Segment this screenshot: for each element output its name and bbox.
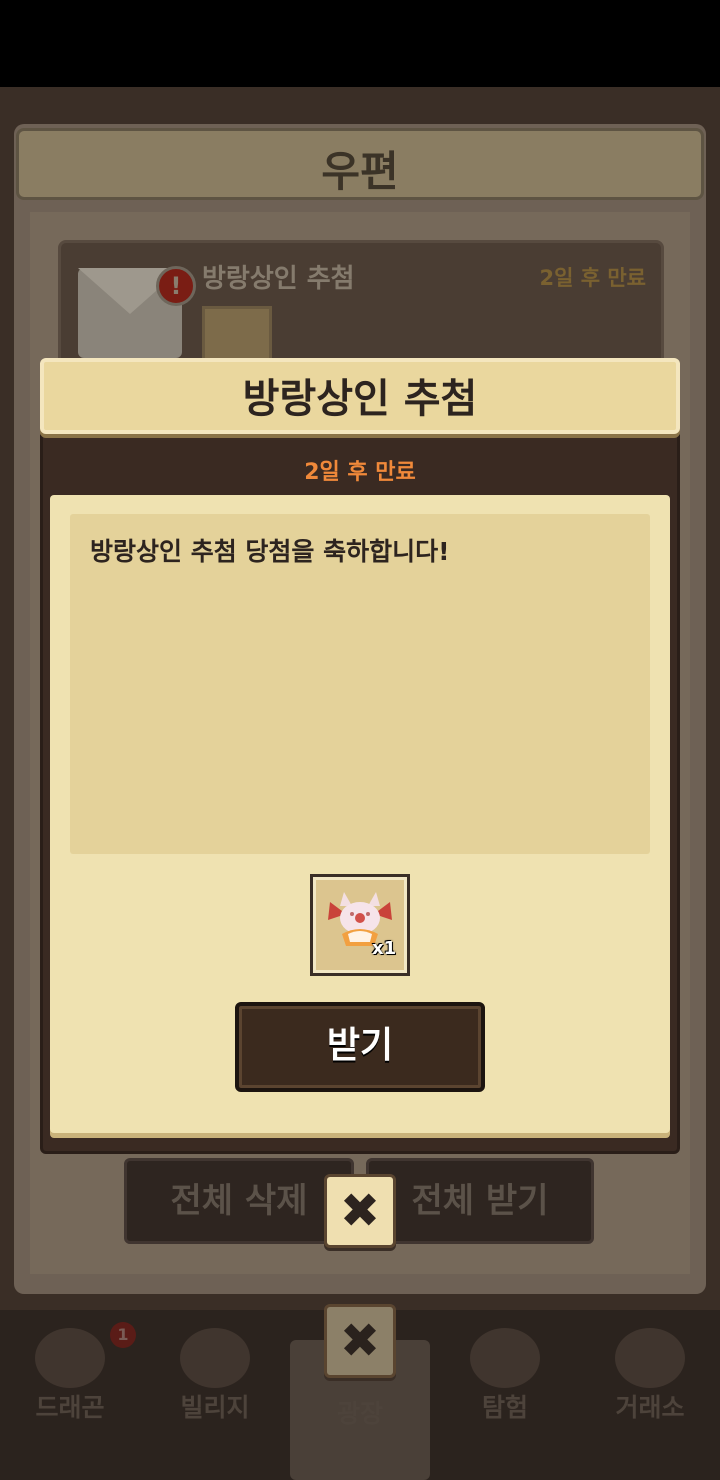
alert-icon: ! [156, 266, 196, 306]
nav-label: 빌리지 [180, 1393, 250, 1422]
notification-badge: 1 [110, 1322, 136, 1348]
status-bar [0, 0, 720, 87]
reward-quantity: x1 [372, 938, 397, 959]
mail-item-expire: 2일 후 만료 [539, 266, 646, 290]
close-icon[interactable]: ✖ [324, 1304, 396, 1378]
village-icon [180, 1328, 250, 1388]
mail-item-title: 방랑상인 추첨 [202, 264, 355, 294]
nav-label: 광장 [336, 1399, 383, 1428]
compass-icon [470, 1328, 540, 1388]
receive-all-button[interactable]: 전체 받기 [366, 1158, 594, 1244]
popup-title: 방랑상인 추첨 [242, 376, 478, 422]
nav-item-explore[interactable]: 탐험 [435, 1318, 575, 1468]
mail-item-reward-thumbnail [202, 306, 272, 362]
nav-label: 드래곤 [35, 1393, 105, 1422]
delete-all-button[interactable]: 전체 삭제 [124, 1158, 354, 1244]
exchange-icon [615, 1328, 685, 1388]
nav-label: 탐험 [481, 1393, 528, 1422]
close-icon[interactable]: ✖ [324, 1174, 396, 1248]
nav-label: 거래소 [615, 1393, 685, 1422]
receive-button[interactable]: 받기 [235, 1002, 485, 1092]
popup-expire-text: 2일 후 만료 [304, 460, 416, 485]
nav-item-exchange[interactable]: 거래소 [580, 1318, 720, 1468]
nav-item-village[interactable]: 빌리지 [145, 1318, 285, 1468]
dragon-icon [35, 1328, 105, 1388]
mailbox-title: 우편 [321, 147, 399, 196]
message-text: 방랑상인 추첨 당첨을 축하합니다! [90, 537, 450, 566]
